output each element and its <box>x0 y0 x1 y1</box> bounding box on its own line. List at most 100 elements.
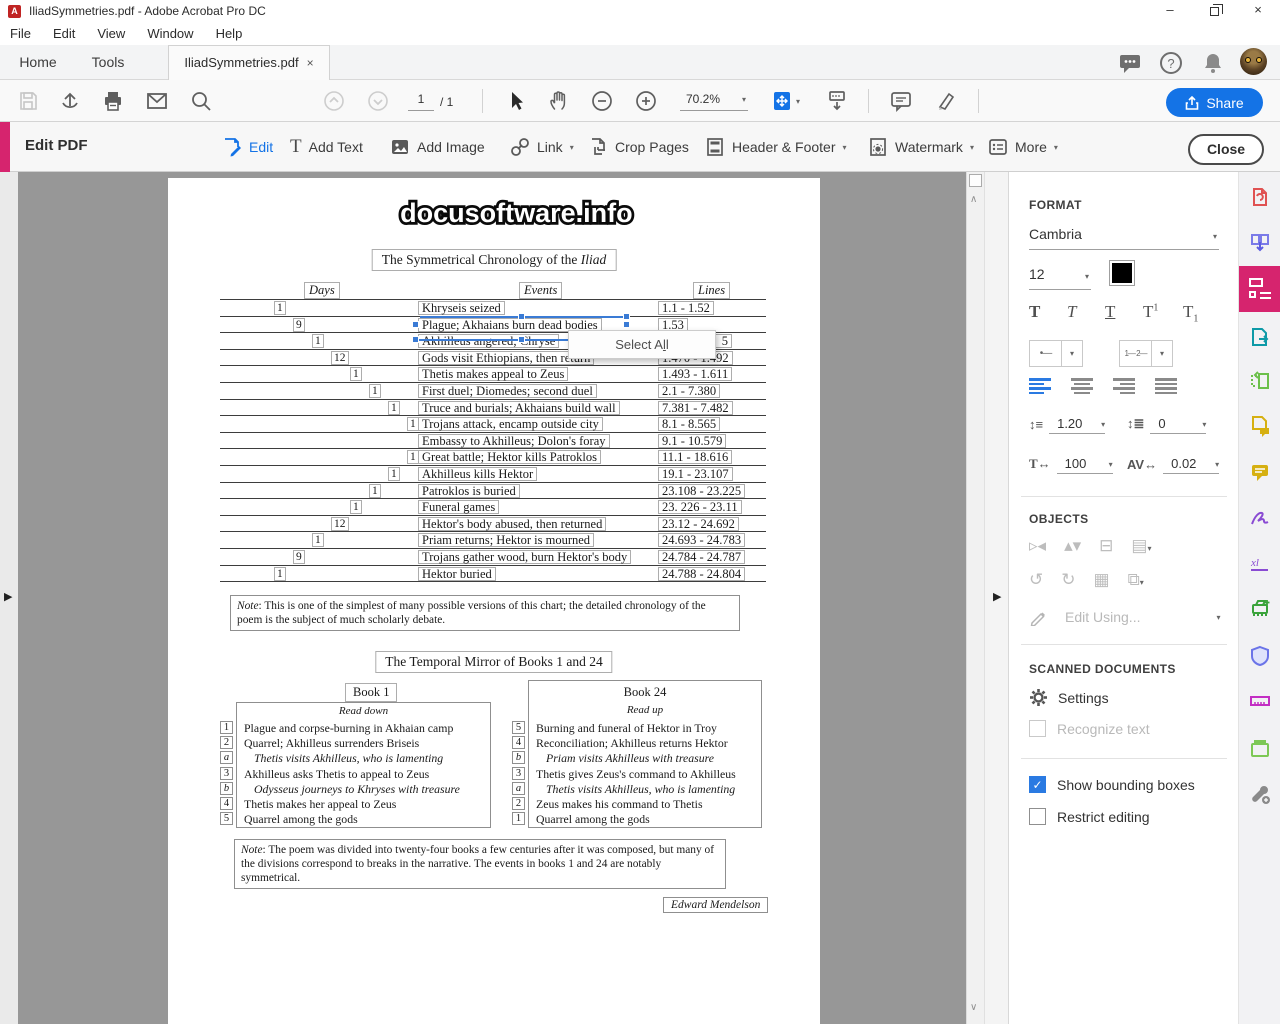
selection-handle[interactable] <box>412 336 419 343</box>
hand-tool-icon[interactable] <box>547 89 571 113</box>
align-center-button[interactable] <box>1071 378 1093 394</box>
more-tools-icon[interactable] <box>1249 783 1271 805</box>
rotate-left-icon[interactable]: ↺ <box>1029 570 1043 590</box>
day-cell[interactable]: 1 <box>369 484 381 498</box>
scan-settings-button[interactable]: Settings <box>1029 688 1109 707</box>
day-cell[interactable]: 9 <box>293 550 305 564</box>
comment-tool-icon[interactable] <box>1249 461 1271 483</box>
char-spacing-control[interactable]: AV↔ 0.02▾ <box>1127 454 1219 474</box>
menu-edit[interactable]: Edit <box>53 26 75 41</box>
lines-cell[interactable]: 24.784 - 24.787 <box>658 550 745 564</box>
lines-cell[interactable]: 23.12 - 24.692 <box>658 517 739 531</box>
notifications-icon[interactable] <box>1200 50 1226 76</box>
day-cell[interactable]: 1 <box>312 533 324 547</box>
link-button[interactable]: Link▾ <box>510 133 574 161</box>
next-page-icon[interactable] <box>366 89 390 113</box>
day-cell[interactable]: 1 <box>369 384 381 398</box>
book1-table[interactable]: Read down 1 Plague and corpse-burning in… <box>236 702 491 828</box>
day-cell[interactable]: 1 <box>407 417 419 431</box>
minimize-button[interactable]: – <box>1148 0 1192 22</box>
print-icon[interactable] <box>101 89 125 113</box>
day-cell[interactable]: 1 <box>388 467 400 481</box>
scroll-down-icon[interactable]: ∨ <box>970 1002 977 1013</box>
day-cell[interactable]: 1 <box>407 450 419 464</box>
selection-handle[interactable] <box>623 313 630 320</box>
combine-files-icon[interactable] <box>1249 232 1271 254</box>
day-cell[interactable]: 1 <box>312 334 324 348</box>
book24-table[interactable]: Book 24 Read up 5 Burning and funeral of… <box>528 680 762 828</box>
page-number-input[interactable]: 1 <box>408 92 434 111</box>
selection-handle[interactable] <box>623 321 630 328</box>
highlighter-icon[interactable] <box>934 89 958 113</box>
bold-button[interactable]: T <box>1029 302 1040 322</box>
crop-pages-button[interactable]: Crop Pages <box>588 133 689 161</box>
event-cell[interactable]: Priam returns; Hektor is mourned <box>418 533 594 547</box>
event-cell[interactable]: Trojans attack, encamp outside city <box>418 417 603 431</box>
search-icon[interactable] <box>189 89 213 113</box>
event-cell[interactable]: Akhilleus kills Hektor <box>418 467 537 481</box>
feedback-icon[interactable] <box>1117 50 1143 76</box>
event-cell[interactable]: Hektor's body abused, then returned <box>418 517 606 531</box>
column-header-events[interactable]: Events <box>519 282 562 299</box>
restrict-editing-checkbox[interactable] <box>1029 808 1046 825</box>
add-image-button[interactable]: Add Image <box>390 133 485 161</box>
lines-cell[interactable]: 23. 226 - 23.11 <box>658 500 742 514</box>
tab-tools[interactable]: Tools <box>80 45 136 80</box>
context-menu[interactable]: Select All <box>568 330 716 359</box>
event-cell[interactable]: Patroklos is buried <box>418 484 520 498</box>
rotate-right-icon[interactable]: ↻ <box>1061 570 1075 590</box>
scrolling-mode-icon[interactable] <box>825 89 849 113</box>
book1-row[interactable]: 5 Quarrel among the gods <box>237 812 490 827</box>
zoom-in-icon[interactable] <box>634 89 658 113</box>
mirror-title[interactable]: The Temporal Mirror of Books 1 and 24 <box>375 651 612 673</box>
lines-cell[interactable]: 24.693 - 24.783 <box>658 533 745 547</box>
tab-close-icon[interactable]: × <box>307 56 314 70</box>
edit-using-caret-icon[interactable]: ▾ <box>1216 613 1220 622</box>
font-color-swatch[interactable] <box>1109 260 1135 286</box>
restore-button[interactable] <box>1192 0 1236 22</box>
upload-share-icon[interactable] <box>58 89 82 113</box>
book1-row[interactable]: 4 Thetis makes her appeal to Zeus <box>237 797 490 812</box>
font-size-select[interactable]: 12▾ <box>1029 266 1091 290</box>
align-objects-icon[interactable]: ▤▾ <box>1131 536 1151 556</box>
book24-row[interactable]: a Thetis visits Akhilleus, who is lament… <box>529 782 761 797</box>
fit-page-icon[interactable] <box>770 89 794 113</box>
book1-row[interactable]: 3 Akhilleus asks Thetis to appeal to Zeu… <box>237 767 490 782</box>
left-panel-expand-icon[interactable]: ▶ <box>4 590 12 603</box>
close-tool-button[interactable]: Close <box>1188 134 1264 165</box>
line-spacing-control[interactable]: ↕≡ 1.20▾ <box>1029 414 1105 434</box>
book24-row[interactable]: 5 Burning and funeral of Hektor in Troy <box>529 721 761 736</box>
flip-horizontal-icon[interactable]: ▹◂ <box>1029 536 1046 556</box>
align-justify-button[interactable] <box>1155 378 1177 394</box>
more-button[interactable]: More▾ <box>988 133 1058 161</box>
close-window-button[interactable]: × <box>1236 0 1280 22</box>
edit-scan-icon[interactable] <box>1249 415 1271 437</box>
event-cell[interactable]: First duel; Diomedes; second duel <box>418 384 597 398</box>
selection-handle[interactable] <box>412 321 419 328</box>
scroll-up-icon[interactable]: ∧ <box>970 194 977 205</box>
menu-help[interactable]: Help <box>216 26 243 41</box>
align-right-button[interactable] <box>1113 378 1135 394</box>
replace-image-icon[interactable]: ▦ <box>1094 570 1110 590</box>
event-cell[interactable]: Great battle; Hektor kills Patroklos <box>418 450 601 464</box>
day-cell[interactable]: 1 <box>350 500 362 514</box>
arrange-objects-icon[interactable]: ⧉▾ <box>1128 570 1144 590</box>
note-2[interactable]: Note: The poem was divided into twenty-f… <box>234 839 726 889</box>
user-avatar[interactable] <box>1240 48 1267 75</box>
scrollbar-thumb[interactable] <box>969 174 982 187</box>
book1-label[interactable]: Book 1 <box>345 683 397 702</box>
edit-mode-button[interactable]: Edit <box>222 133 273 161</box>
lines-cell[interactable]: 11.1 - 18.616 <box>658 450 732 464</box>
menu-file[interactable]: File <box>10 26 31 41</box>
fill-sign-icon[interactable] <box>1249 508 1271 530</box>
lines-cell[interactable]: 8.1 - 8.565 <box>658 417 720 431</box>
book1-row[interactable]: 1 Plague and corpse-burning in Akhaian c… <box>237 721 490 736</box>
show-bounding-boxes-checkbox[interactable]: ✓ <box>1029 776 1046 793</box>
email-icon[interactable] <box>145 89 169 113</box>
menu-view[interactable]: View <box>97 26 125 41</box>
edit-pdf-tool-active[interactable] <box>1239 266 1280 312</box>
selection-handle[interactable] <box>518 336 525 343</box>
crop-object-icon[interactable]: ⊟ <box>1099 536 1113 556</box>
event-cell[interactable]: Trojans gather wood, burn Hektor's body <box>418 550 631 564</box>
watermark-button[interactable]: Watermark▾ <box>868 133 974 161</box>
